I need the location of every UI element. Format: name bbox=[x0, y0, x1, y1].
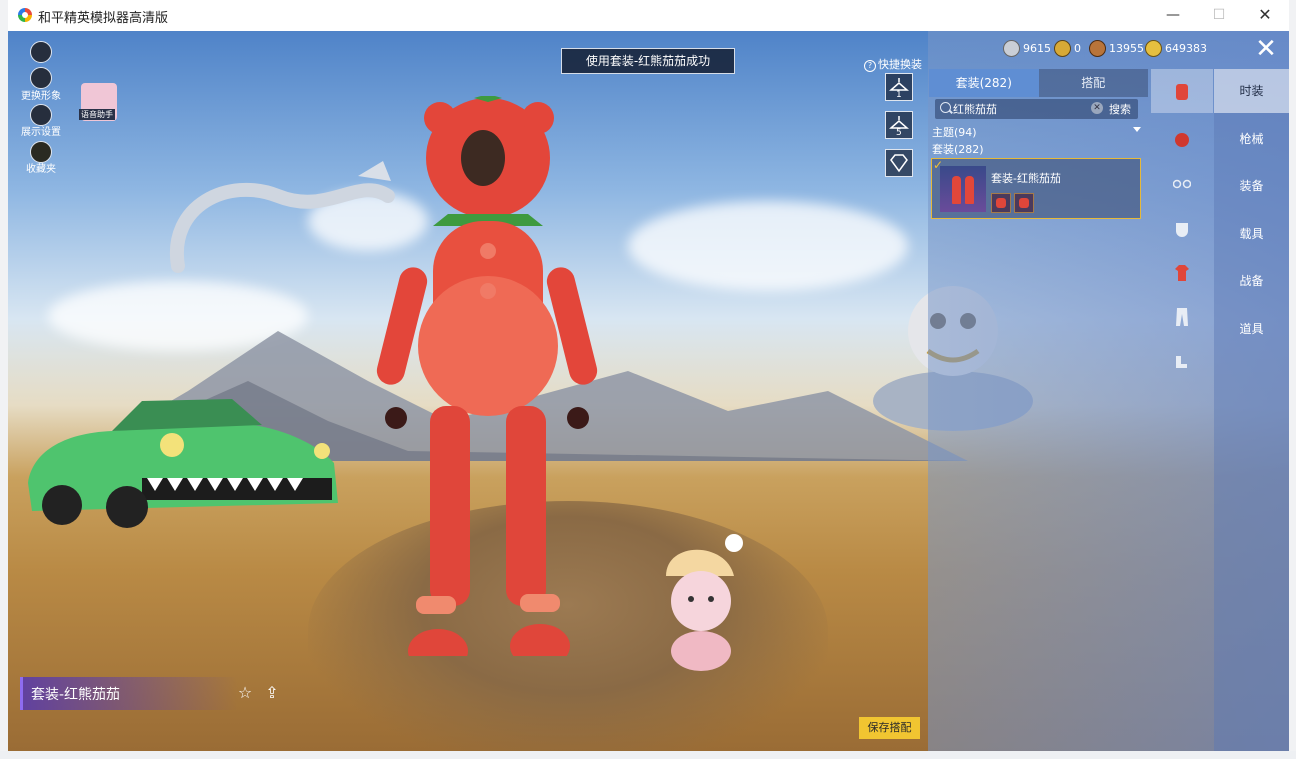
current-outfit-name: 套装-红熊茄茄 bbox=[31, 687, 121, 703]
tab-equipment[interactable]: 装备 bbox=[1214, 164, 1289, 208]
background-desktop-right bbox=[1289, 0, 1296, 759]
player-character bbox=[376, 96, 598, 656]
title-bar[interactable]: 和平精英模拟器高清版 — ☐ ✕ bbox=[8, 0, 1289, 31]
minimize-button[interactable]: — bbox=[1150, 0, 1196, 31]
panel-tabs: 套装(282) 搭配 bbox=[929, 69, 1148, 97]
currency-gold: 649383 bbox=[1145, 40, 1207, 57]
favorites-label[interactable]: 收藏夹 bbox=[11, 160, 71, 175]
currency-silver-value: 9615 bbox=[1023, 42, 1051, 55]
glasses-icon bbox=[1173, 179, 1191, 189]
save-outfit-button[interactable]: 保存搭配 bbox=[859, 717, 920, 739]
search-button[interactable]: 搜索 bbox=[1109, 101, 1131, 117]
cat-mask[interactable] bbox=[1151, 207, 1213, 251]
search-icon bbox=[940, 102, 951, 113]
quick-change-text: 快捷换装 bbox=[878, 58, 922, 71]
result-item-red-bear[interactable]: ✓ 套装-红熊茄茄 bbox=[931, 158, 1141, 219]
shirt-icon bbox=[1175, 265, 1189, 281]
cat-top[interactable] bbox=[1151, 251, 1213, 295]
category-tab-column: 时装 枪械 装备 载具 战备 道具 bbox=[1214, 69, 1289, 751]
part-hands-icon bbox=[991, 193, 1011, 213]
display-settings-label[interactable]: 展示设置 bbox=[11, 123, 71, 138]
hanger-5-icon: 5 bbox=[889, 116, 909, 138]
change-avatar-label[interactable]: 更换形象 bbox=[11, 87, 71, 102]
shoes-icon bbox=[1176, 356, 1187, 368]
category-icon-column bbox=[1151, 69, 1213, 751]
voice-assistant-label: 语音助手 bbox=[79, 109, 115, 120]
tab-combos[interactable]: 搭配 bbox=[1038, 69, 1148, 97]
close-wardrobe-button[interactable]: ✕ bbox=[1251, 35, 1281, 65]
currency-token-value: 0 bbox=[1074, 42, 1081, 55]
background-desktop-bottom bbox=[0, 751, 1296, 759]
svg-text:1: 1 bbox=[896, 90, 902, 100]
play-icon[interactable] bbox=[30, 41, 52, 63]
avatar-icon[interactable] bbox=[30, 67, 52, 89]
outfit-icon bbox=[1176, 84, 1188, 100]
share-icon[interactable]: ⇪ bbox=[261, 684, 283, 702]
quick-change-label: ? 快捷换装 bbox=[864, 56, 922, 72]
diamond-icon bbox=[890, 154, 908, 173]
cat-outfit[interactable] bbox=[1151, 69, 1213, 113]
theme-filter[interactable]: 主题(94) bbox=[932, 124, 977, 140]
voice-assistant-icon[interactable]: 语音助手 bbox=[79, 83, 117, 121]
gold-coin-icon bbox=[1145, 40, 1162, 57]
tab-battle-gear[interactable]: 战备 bbox=[1214, 259, 1289, 303]
success-toast: 使用套装-红熊茄茄成功 bbox=[561, 48, 735, 74]
pants-icon bbox=[1176, 308, 1188, 326]
quick-slot-5-button[interactable]: 5 bbox=[885, 111, 913, 139]
background-desktop-left bbox=[0, 0, 8, 759]
currency-silver: 9615 bbox=[1003, 40, 1051, 57]
outfit-thumbnail bbox=[940, 166, 986, 212]
app-window: 和平精英模拟器高清版 — ☐ ✕ 9615 0 13955 649383 ✕ 使… bbox=[8, 0, 1289, 751]
tab-fashion[interactable]: 时装 bbox=[1214, 69, 1289, 113]
mask-icon bbox=[1176, 223, 1188, 237]
svg-text:5: 5 bbox=[896, 128, 902, 138]
companion-pet bbox=[666, 534, 743, 671]
outfit-panel: 套装(282) 搭配 红熊茄茄 ✕ 搜索 主题(94) 套装(282) ✓ 套装… bbox=[929, 69, 1150, 751]
currency-token: 0 bbox=[1054, 40, 1081, 57]
result-item-name: 套装-红熊茄茄 bbox=[991, 172, 1061, 185]
quick-slot-1-button[interactable]: 1 bbox=[885, 73, 913, 101]
bronze-coin-icon bbox=[1089, 40, 1106, 57]
close-window-button[interactable]: ✕ bbox=[1242, 0, 1288, 31]
currency-gold-value: 649383 bbox=[1165, 42, 1207, 55]
tab-suits[interactable]: 套装(282) bbox=[929, 69, 1039, 97]
chevron-down-icon[interactable] bbox=[1133, 127, 1141, 132]
help-circle-icon[interactable]: ? bbox=[864, 60, 876, 72]
cat-shoes[interactable] bbox=[1151, 339, 1213, 383]
maximize-button[interactable]: ☐ bbox=[1196, 0, 1242, 31]
game-viewport: 9615 0 13955 649383 ✕ 使用套装-红熊茄茄成功 更换形象 展… bbox=[8, 31, 1289, 751]
diamond-button[interactable] bbox=[885, 149, 913, 177]
favorite-star-icon[interactable]: ☆ bbox=[234, 684, 256, 702]
outfit-name-bar: 套装-红熊茄茄 bbox=[20, 677, 238, 710]
part-body-icon bbox=[1014, 193, 1034, 213]
app-logo-icon bbox=[18, 8, 32, 22]
search-input[interactable]: 红熊茄茄 bbox=[953, 101, 997, 117]
gold-token-icon bbox=[1054, 40, 1071, 57]
figure-shape bbox=[965, 176, 974, 204]
cat-pants[interactable] bbox=[1151, 295, 1213, 339]
dragon-sculpture bbox=[169, 161, 395, 273]
window-title: 和平精英模拟器高清版 bbox=[38, 11, 169, 26]
cat-weapon[interactable] bbox=[1151, 117, 1213, 161]
tab-guns[interactable]: 枪械 bbox=[1214, 117, 1289, 161]
tab-vehicles[interactable]: 载具 bbox=[1214, 212, 1289, 256]
green-sports-car bbox=[28, 399, 338, 528]
clear-search-button[interactable]: ✕ bbox=[1091, 102, 1103, 114]
figure-shape bbox=[952, 176, 961, 204]
cat-eyewear[interactable] bbox=[1151, 161, 1213, 205]
weapon-icon bbox=[1175, 133, 1189, 147]
currency-bronze: 13955 bbox=[1089, 40, 1144, 57]
suit-count-label: 套装(282) bbox=[932, 143, 984, 156]
silver-coin-icon bbox=[1003, 40, 1020, 57]
hanger-1-icon: 1 bbox=[889, 78, 909, 100]
tab-items[interactable]: 道具 bbox=[1214, 307, 1289, 351]
search-field[interactable]: 红熊茄茄 ✕ 搜索 bbox=[935, 99, 1138, 119]
currency-bronze-value: 13955 bbox=[1109, 42, 1144, 55]
